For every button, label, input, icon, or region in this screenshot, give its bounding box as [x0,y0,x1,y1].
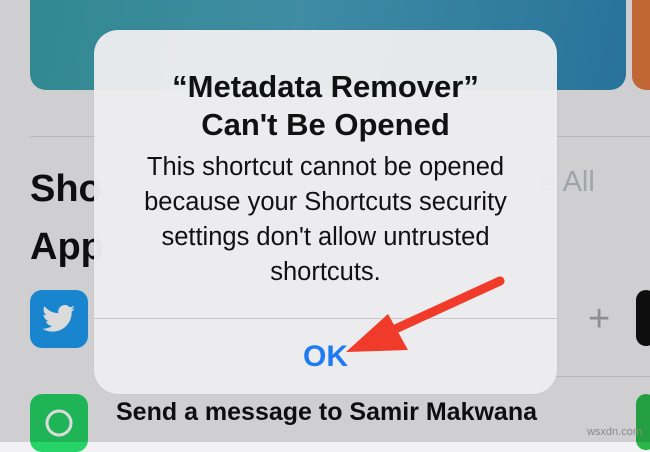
alert-dialog: “Metadata Remover” Can't Be Opened This … [94,30,557,394]
ok-button-label: OK [303,339,348,373]
ok-button[interactable]: OK [94,319,557,394]
alert-title: “Metadata Remover” Can't Be Opened [94,68,557,144]
alert-title-line-2: Can't Be Opened [201,107,450,142]
watermark: wsxdn.com [586,426,642,438]
alert-message: This shortcut cannot be opened because y… [144,153,507,286]
alert-title-line-1: “Metadata Remover” [172,69,479,104]
